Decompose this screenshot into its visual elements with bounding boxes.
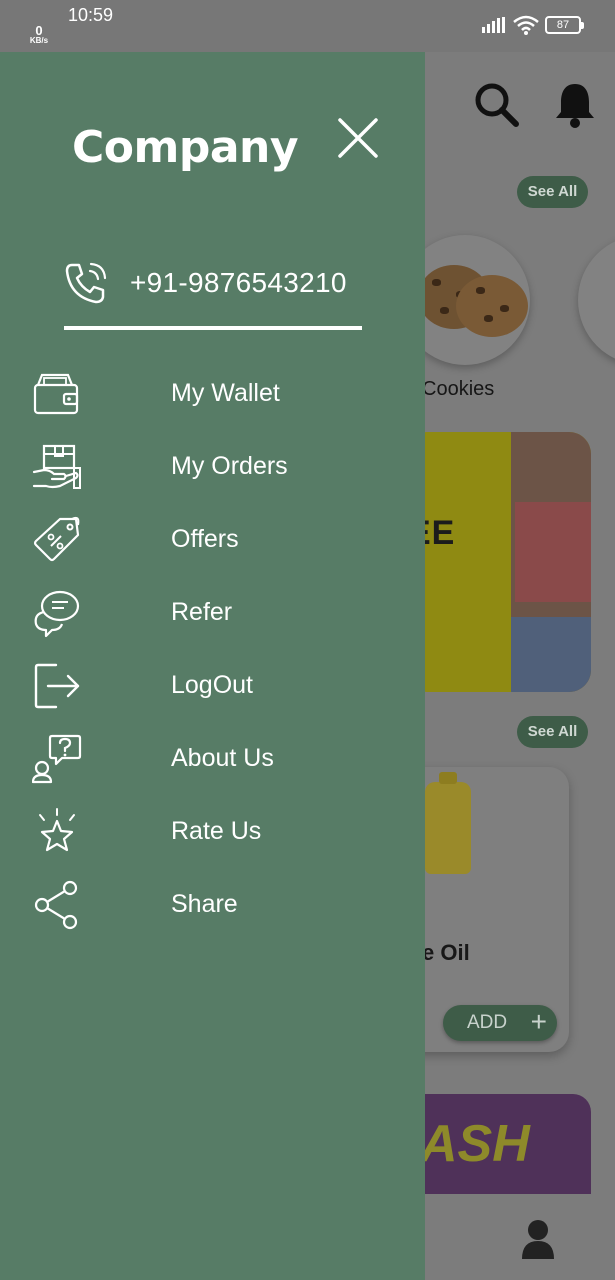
category-label: Cookies [422,378,495,400]
contact-phone[interactable]: +91-9876543210 [62,257,362,309]
menu-item-label: My Wallet [171,379,280,407]
profile-icon[interactable] [520,1219,556,1259]
see-all-categories-button[interactable]: See All [517,176,588,208]
divider [64,326,362,330]
star-icon [39,808,75,852]
menu-item-share[interactable]: Share [0,869,425,942]
drawer-title: Company [72,122,299,173]
offer-tag-icon [33,516,80,562]
refer-chat-icon [34,590,80,638]
menu-item-about-us[interactable]: About Us [0,723,425,796]
phone-number: +91-9876543210 [130,267,347,298]
about-question-icon [32,734,82,784]
logout-icon [34,663,80,709]
notification-bell-icon[interactable] [553,80,597,128]
menu-item-label: Share [171,890,238,918]
add-to-cart-button[interactable]: ADD + [443,1005,557,1041]
menu-item-label: About Us [171,744,274,772]
phone-icon [65,262,107,304]
navigation-drawer: Company +91-9876543210 My Wallet My Orde… [0,52,425,1280]
sale-banner-text: ASH [420,1115,530,1173]
menu-item-my-wallet[interactable]: My Wallet [0,358,425,431]
status-time: 10:59 [68,5,114,25]
see-all-products-button[interactable]: See All [517,716,588,748]
menu-item-logout[interactable]: LogOut [0,650,425,723]
menu-item-label: Refer [171,598,233,626]
product-name: e Oil [422,940,470,965]
category-image[interactable] [578,235,615,365]
menu-item-label: Rate Us [171,817,262,845]
orders-box-icon [32,444,81,489]
menu-item-refer[interactable]: Refer [0,577,425,650]
wifi-icon [513,15,539,35]
plus-icon: + [530,1006,547,1037]
battery-icon: 87 [545,16,584,34]
add-label: ADD [467,1012,508,1033]
close-icon[interactable] [336,116,380,160]
menu-item-label: Offers [171,525,239,553]
wallet-icon [33,373,79,415]
menu-item-label: My Orders [171,452,288,480]
menu-item-rate-us[interactable]: Rate Us [0,796,425,869]
network-speed: 0 KB/s [27,24,51,45]
share-icon [34,880,78,930]
promo-banner[interactable] [405,432,591,692]
menu-item-my-orders[interactable]: My Orders [0,431,425,504]
signal-icon [482,17,505,33]
menu-item-offers[interactable]: Offers [0,504,425,577]
status-bar: 10:59 0 KB/s 87 [0,0,615,52]
search-icon[interactable] [472,80,520,128]
product-image [425,772,471,874]
menu-item-label: LogOut [171,671,254,699]
network-speed-unit: KB/s [29,36,49,45]
